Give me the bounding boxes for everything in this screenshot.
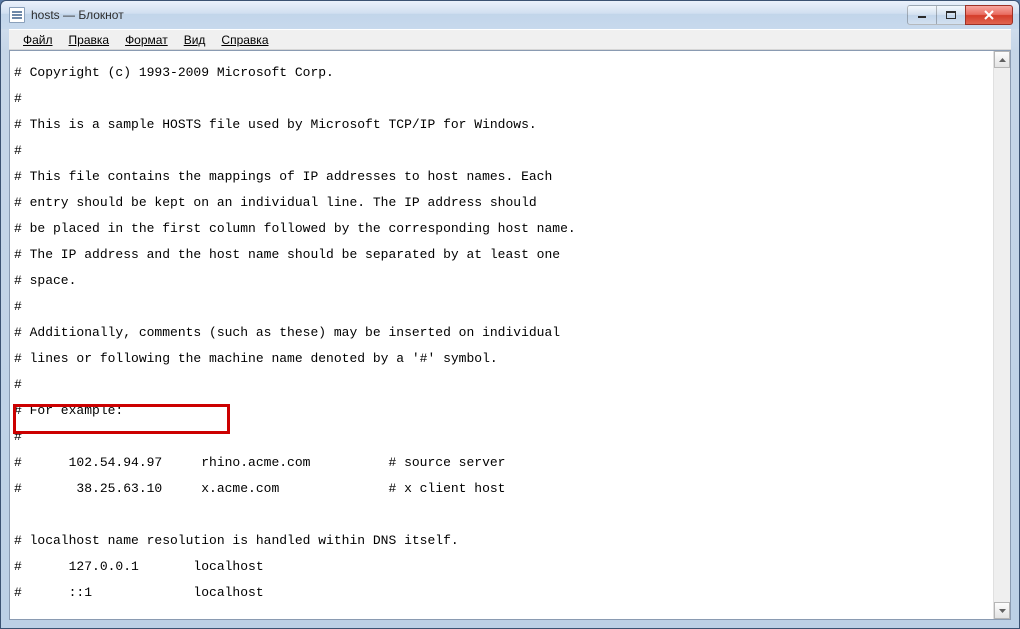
text-line: # bbox=[14, 300, 989, 313]
text-line: # bbox=[14, 378, 989, 391]
notepad-icon bbox=[9, 7, 25, 23]
text-line: # The IP address and the host name shoul… bbox=[14, 248, 989, 261]
menu-view[interactable]: Вид bbox=[176, 31, 214, 49]
text-line: # lines or following the machine name de… bbox=[14, 352, 989, 365]
maximize-button[interactable] bbox=[936, 5, 966, 25]
notepad-window: hosts — Блокнот Файл Правка Формат Вид С… bbox=[0, 0, 1020, 629]
text-line bbox=[14, 508, 989, 521]
text-line: # 38.25.63.10 x.acme.com # x client host bbox=[14, 482, 989, 495]
text-editor[interactable]: # Copyright (c) 1993-2009 Microsoft Corp… bbox=[10, 51, 993, 619]
text-line: # bbox=[14, 144, 989, 157]
text-line: # This is a sample HOSTS file used by Mi… bbox=[14, 118, 989, 131]
text-line: # localhost name resolution is handled w… bbox=[14, 534, 989, 547]
text-line: # ::1 localhost bbox=[14, 586, 989, 599]
menu-format[interactable]: Формат bbox=[117, 31, 176, 49]
text-line: # Copyright (c) 1993-2009 Microsoft Corp… bbox=[14, 66, 989, 79]
minimize-button[interactable] bbox=[907, 5, 937, 25]
text-line bbox=[14, 612, 989, 619]
text-line: # 102.54.94.97 rhino.acme.com # source s… bbox=[14, 456, 989, 469]
text-line: # 127.0.0.1 localhost bbox=[14, 560, 989, 573]
text-line: # Additionally, comments (such as these)… bbox=[14, 326, 989, 339]
client-area: # Copyright (c) 1993-2009 Microsoft Corp… bbox=[9, 50, 1011, 620]
scroll-up-button[interactable] bbox=[994, 51, 1010, 68]
titlebar[interactable]: hosts — Блокнот bbox=[1, 1, 1019, 29]
text-line: # bbox=[14, 430, 989, 443]
menu-bar: Файл Правка Формат Вид Справка bbox=[9, 29, 1011, 50]
menu-edit[interactable]: Правка bbox=[61, 31, 118, 49]
text-line: # For example: bbox=[14, 404, 989, 417]
window-title: hosts — Блокнот bbox=[31, 8, 908, 22]
text-line: # This file contains the mappings of IP … bbox=[14, 170, 989, 183]
menu-file[interactable]: Файл bbox=[15, 31, 61, 49]
text-line: # space. bbox=[14, 274, 989, 287]
menu-help[interactable]: Справка bbox=[213, 31, 276, 49]
text-line: # bbox=[14, 92, 989, 105]
scroll-track[interactable] bbox=[994, 68, 1010, 602]
window-controls bbox=[908, 5, 1013, 25]
close-button[interactable] bbox=[965, 5, 1013, 25]
scroll-down-button[interactable] bbox=[994, 602, 1010, 619]
text-line: # entry should be kept on an individual … bbox=[14, 196, 989, 209]
vertical-scrollbar[interactable] bbox=[993, 51, 1010, 619]
text-line: # be placed in the first column followed… bbox=[14, 222, 989, 235]
